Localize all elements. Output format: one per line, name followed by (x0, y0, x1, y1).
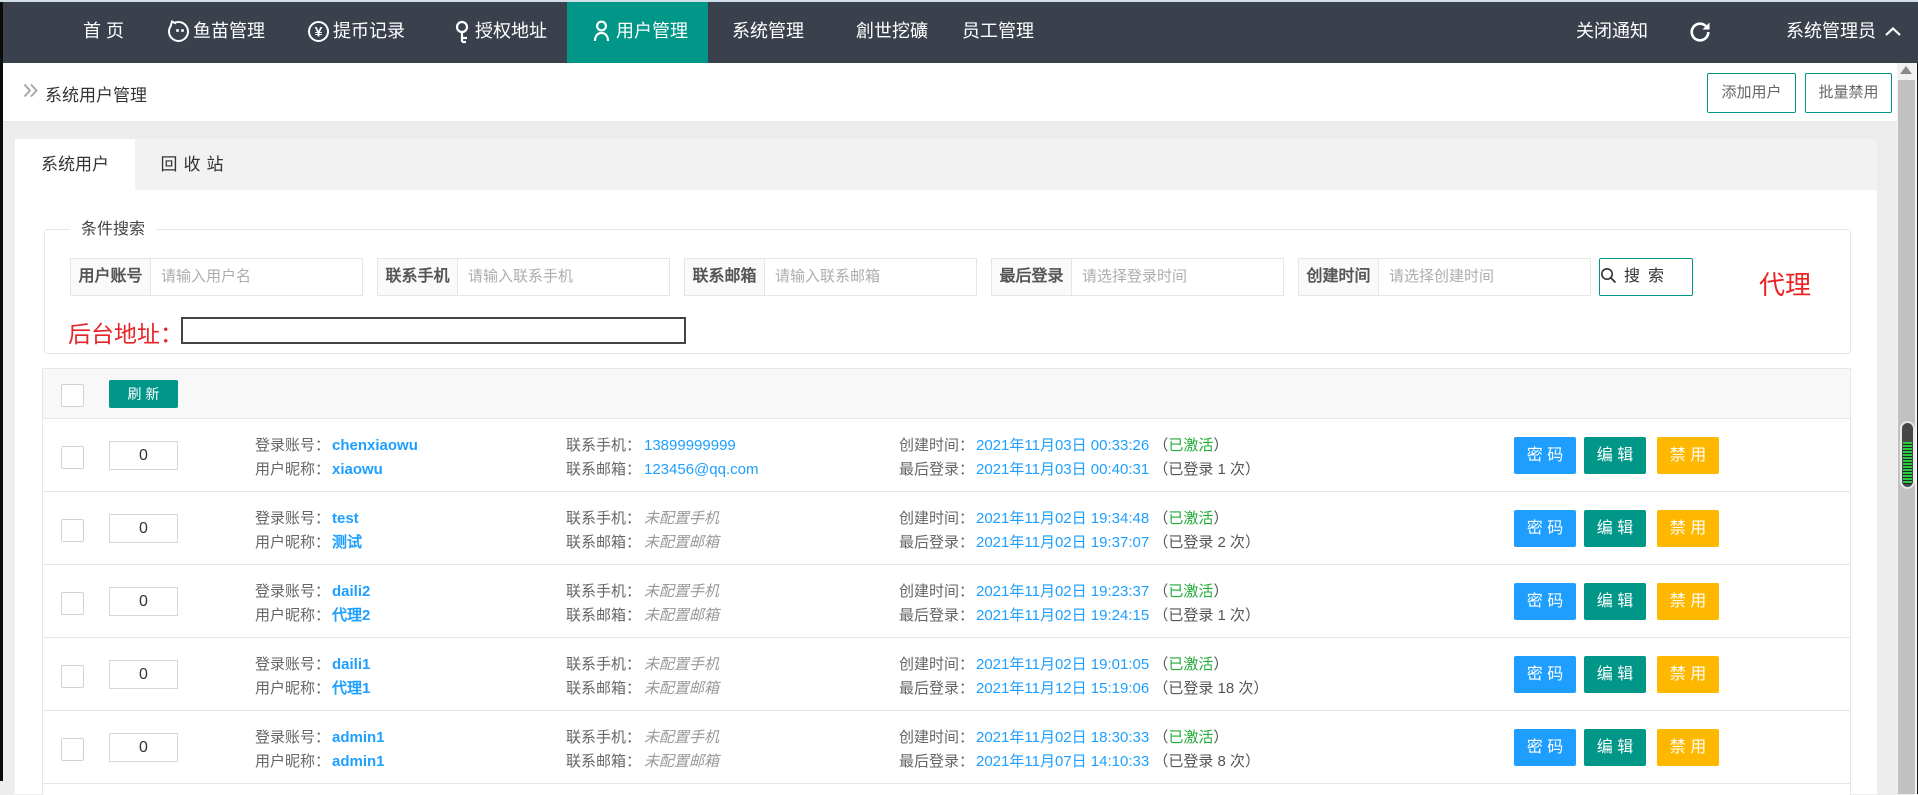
svg-text:¥: ¥ (315, 24, 323, 40)
